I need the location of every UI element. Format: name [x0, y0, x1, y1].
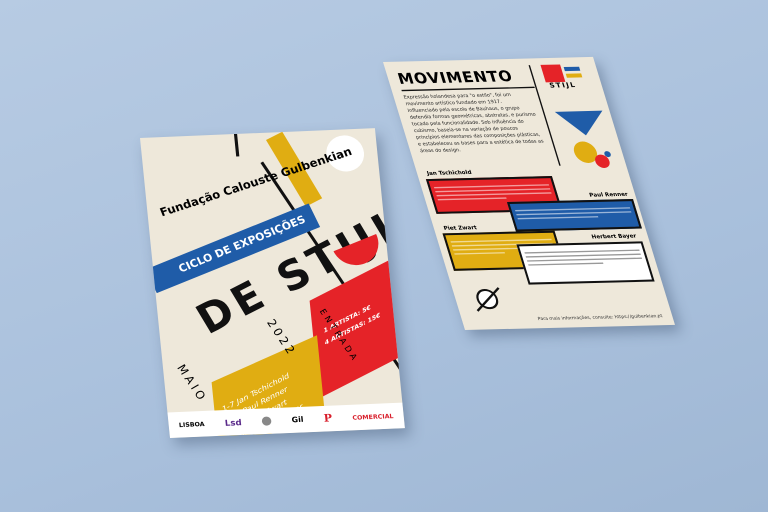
artist-name: Herbert Bayer — [590, 232, 638, 240]
artist-box-blue — [506, 199, 642, 232]
artist-name: Jan Tschichold — [426, 169, 473, 177]
movement-title: MOVIMENTO — [395, 68, 516, 88]
sponsor-logos: LISBOA Lsd Gil P COMERCIAL — [167, 402, 405, 438]
org-title: Fundação Calouste Gulbenkian — [157, 144, 354, 220]
intro-text: Expressão holandesa para "o estilo", foi… — [402, 91, 545, 154]
artist-box-white — [516, 241, 655, 285]
info-flyer: MOVIMENTO Expressão holandesa para "o es… — [383, 56, 675, 331]
logo-text: STIJL — [548, 81, 578, 90]
blue-triangle — [554, 110, 610, 136]
artist-name: Paul Renner — [588, 191, 629, 199]
stijl-logo: STIJL — [540, 64, 590, 92]
artist-name: Piet Zwart — [442, 224, 478, 232]
footer-link[interactable]: Para mais informações, consulte: https:/… — [537, 313, 663, 321]
logo-lsd: Lsd — [224, 417, 243, 428]
logo-gil: Gil — [291, 415, 304, 425]
logo-gulbenkian-icon — [261, 416, 272, 426]
month: MAIO — [174, 362, 211, 405]
line — [233, 133, 240, 157]
event-flyer: Fundação Calouste Gulbenkian CICLO DE EX… — [140, 128, 405, 438]
logo-lisboa: LISBOA — [178, 420, 205, 429]
logo-comercial: COMERCIAL — [352, 412, 394, 421]
logo-p: P — [323, 412, 333, 425]
